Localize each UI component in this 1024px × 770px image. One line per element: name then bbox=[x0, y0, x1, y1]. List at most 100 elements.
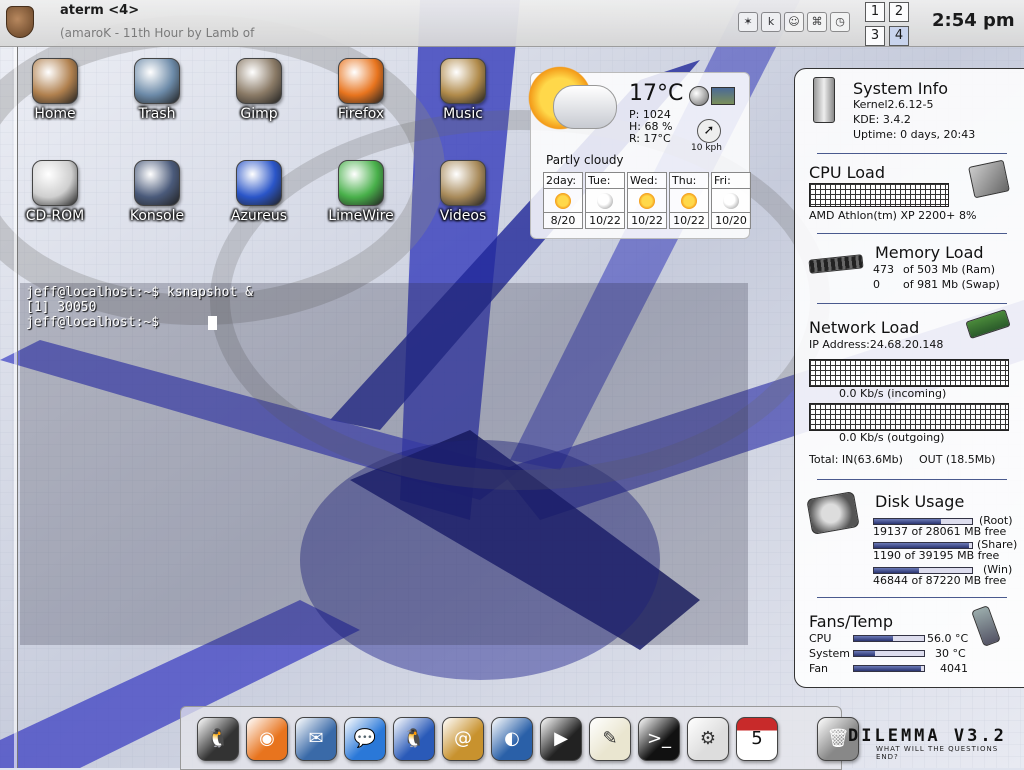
forecast-day: Thu: 10/22 bbox=[669, 172, 709, 229]
active-task-title[interactable]: aterm <4> bbox=[60, 3, 139, 18]
desktop-icon-label: Trash bbox=[138, 106, 176, 122]
mail-stamp-icon[interactable]: ✉ bbox=[295, 717, 337, 761]
system-temp-bar bbox=[853, 650, 925, 657]
clock[interactable]: 2:54 pm bbox=[932, 10, 1015, 31]
desktop-icon-konsole[interactable]: Konsole bbox=[112, 160, 202, 224]
swap-used: 0 bbox=[873, 278, 880, 291]
memory-load-title: Memory Load bbox=[875, 243, 984, 262]
cpu-temp-bar bbox=[853, 635, 925, 642]
browser-globe-icon[interactable]: ◐ bbox=[491, 717, 533, 761]
desktop-icon-label: CD-ROM bbox=[25, 208, 85, 224]
forecast-day-name: 2day: bbox=[544, 173, 582, 189]
thermometer-device-icon bbox=[971, 605, 1001, 647]
pager-desktop-1[interactable]: 1 bbox=[865, 2, 885, 22]
kde-icon[interactable]: k bbox=[761, 12, 781, 32]
desktop-icon-azureus[interactable]: Azureus bbox=[214, 160, 304, 224]
ram-used: 473 bbox=[873, 263, 894, 276]
terminal-line: jeff@localhost:~$ ksnapshot & bbox=[26, 285, 253, 300]
total-incoming: Total: IN(63.6Mb) bbox=[809, 453, 903, 466]
aterm-terminal-window[interactable]: jeff@localhost:~$ ksnapshot & [1] 30050 … bbox=[20, 283, 748, 645]
firefox-icon bbox=[338, 58, 384, 104]
pager-desktop-3[interactable]: 3 bbox=[865, 26, 885, 46]
video-clapper-icon[interactable]: ▶ bbox=[540, 717, 582, 761]
weather-widget: 17°C P: 1024 H: 68 % R: 17°C ➚ 10 kph Pa… bbox=[525, 63, 751, 239]
desktop-icon-label: Videos bbox=[439, 208, 487, 224]
gimp-icon bbox=[236, 58, 282, 104]
desktop-icon-gimp[interactable]: Gimp bbox=[214, 58, 304, 122]
hard-disk-icon bbox=[806, 491, 860, 535]
disk-win-free: 46844 of 87220 MB free bbox=[873, 574, 1007, 587]
forecast-date: 10/22 bbox=[628, 212, 666, 228]
forecast-row: 2day: 8/20 Tue: 10/22 Wed: 10/22 Thu: 10/22 Fri:… bbox=[543, 172, 751, 229]
desktop-icon-cd-rom[interactable]: CD-ROM bbox=[10, 160, 100, 224]
pager-desktop-4[interactable]: 4 bbox=[889, 26, 909, 46]
cloudy-icon bbox=[723, 193, 739, 209]
desktop-icon-music[interactable]: Music bbox=[418, 58, 508, 122]
divider bbox=[817, 479, 1007, 480]
desktop-icon-label: Firefox bbox=[337, 106, 385, 122]
fans-temp-title: Fans/Temp bbox=[809, 612, 894, 631]
calendar-icon[interactable]: 5 bbox=[736, 717, 778, 761]
swap-total: of 981 Mb (Swap) bbox=[903, 278, 1000, 291]
weather-condition: Partly cloudy bbox=[546, 153, 624, 167]
address-book-icon[interactable]: @ bbox=[442, 717, 484, 761]
desktop-icon-label: Konsole bbox=[129, 208, 185, 224]
forecast-day: Fri: 10/20 bbox=[711, 172, 751, 229]
terminal-prompt[interactable]: jeff@localhost:~$ bbox=[26, 315, 167, 330]
firefox-icon[interactable]: ◉ bbox=[246, 717, 288, 761]
chat-bubble-icon[interactable]: 💬 bbox=[344, 717, 386, 761]
computer-tower-icon bbox=[813, 77, 835, 123]
sunny-icon bbox=[555, 193, 571, 209]
text-editor-icon[interactable]: ✎ bbox=[589, 717, 631, 761]
disk-share-bar bbox=[873, 542, 973, 549]
desktop-icon-label: Azureus bbox=[230, 208, 288, 224]
desktop-icon-firefox[interactable]: Firefox bbox=[316, 58, 406, 122]
map-icon[interactable] bbox=[711, 87, 735, 105]
dilemma-tagline: WHAT WILL THE QUESTIONS END? bbox=[876, 745, 999, 761]
forecast-day: Tue: 10/22 bbox=[585, 172, 625, 229]
desktop-icon-label: Gimp bbox=[240, 106, 278, 122]
fan-speed-label: Fan bbox=[809, 662, 829, 675]
cpu-chip-icon bbox=[968, 159, 1010, 199]
desktop-icon-trash[interactable]: Trash bbox=[112, 58, 202, 122]
cpu-load-title: CPU Load bbox=[809, 163, 885, 182]
forecast-day: Wed: 10/22 bbox=[627, 172, 667, 229]
desktop-icon-home[interactable]: Home bbox=[10, 58, 100, 122]
tux-icon[interactable]: 🐧 bbox=[197, 717, 239, 761]
cpu-load-graph bbox=[809, 183, 949, 207]
inactive-task-title[interactable]: (amaroK - 11th Hour by Lamb of bbox=[60, 26, 254, 40]
kde-version: KDE: 3.4.2 bbox=[853, 113, 911, 126]
forecast-day: 2day: 8/20 bbox=[543, 172, 583, 229]
desktop-icon-limewire[interactable]: LimeWire bbox=[316, 160, 406, 224]
music-folder-icon bbox=[440, 58, 486, 104]
clock-icon[interactable]: ◷ bbox=[830, 12, 850, 32]
incoming-graph bbox=[809, 359, 1009, 387]
desktop-icon-videos[interactable]: Videos bbox=[418, 160, 508, 224]
disk-share-free: 1190 of 39195 MB free bbox=[873, 549, 1000, 562]
user-icon[interactable]: ☺ bbox=[784, 12, 804, 32]
forecast-day-name: Tue: bbox=[586, 173, 624, 189]
konqueror-icon[interactable]: ✶ bbox=[738, 12, 758, 32]
wind-speed: 10 kph bbox=[691, 143, 722, 153]
gaim-penguin-icon[interactable]: 🐧 bbox=[393, 717, 435, 761]
system-monitor-widget: System Info Kernel2.6.12-5 KDE: 3.4.2 Up… bbox=[794, 68, 1024, 688]
desktop-pager: 1 2 3 4 bbox=[865, 2, 909, 46]
ip-address: IP Address:24.68.20.148 bbox=[809, 338, 944, 351]
sunny-icon bbox=[681, 193, 697, 209]
cloud-icon bbox=[553, 85, 617, 129]
weather-temperature: 17°C bbox=[629, 81, 684, 106]
kde-menu-icon[interactable] bbox=[6, 6, 34, 38]
divider bbox=[817, 233, 1007, 234]
divider bbox=[817, 153, 1007, 154]
terminal-icon[interactable]: >_ bbox=[638, 717, 680, 761]
network-icon[interactable]: ⌘ bbox=[807, 12, 827, 32]
home-icon bbox=[32, 58, 78, 104]
cpu-temp-value: 56.0 °C bbox=[927, 632, 969, 645]
ram-total: of 503 Mb (Ram) bbox=[903, 263, 996, 276]
outgoing-rate: 0.0 Kb/s (outgoing) bbox=[839, 431, 945, 444]
cpu-usage: 8% bbox=[959, 209, 977, 222]
system-settings-icon[interactable]: ⚙ bbox=[687, 717, 729, 761]
incoming-rate: 0.0 Kb/s (incoming) bbox=[839, 387, 947, 400]
globe-icon[interactable] bbox=[689, 86, 709, 106]
pager-desktop-2[interactable]: 2 bbox=[889, 2, 909, 22]
